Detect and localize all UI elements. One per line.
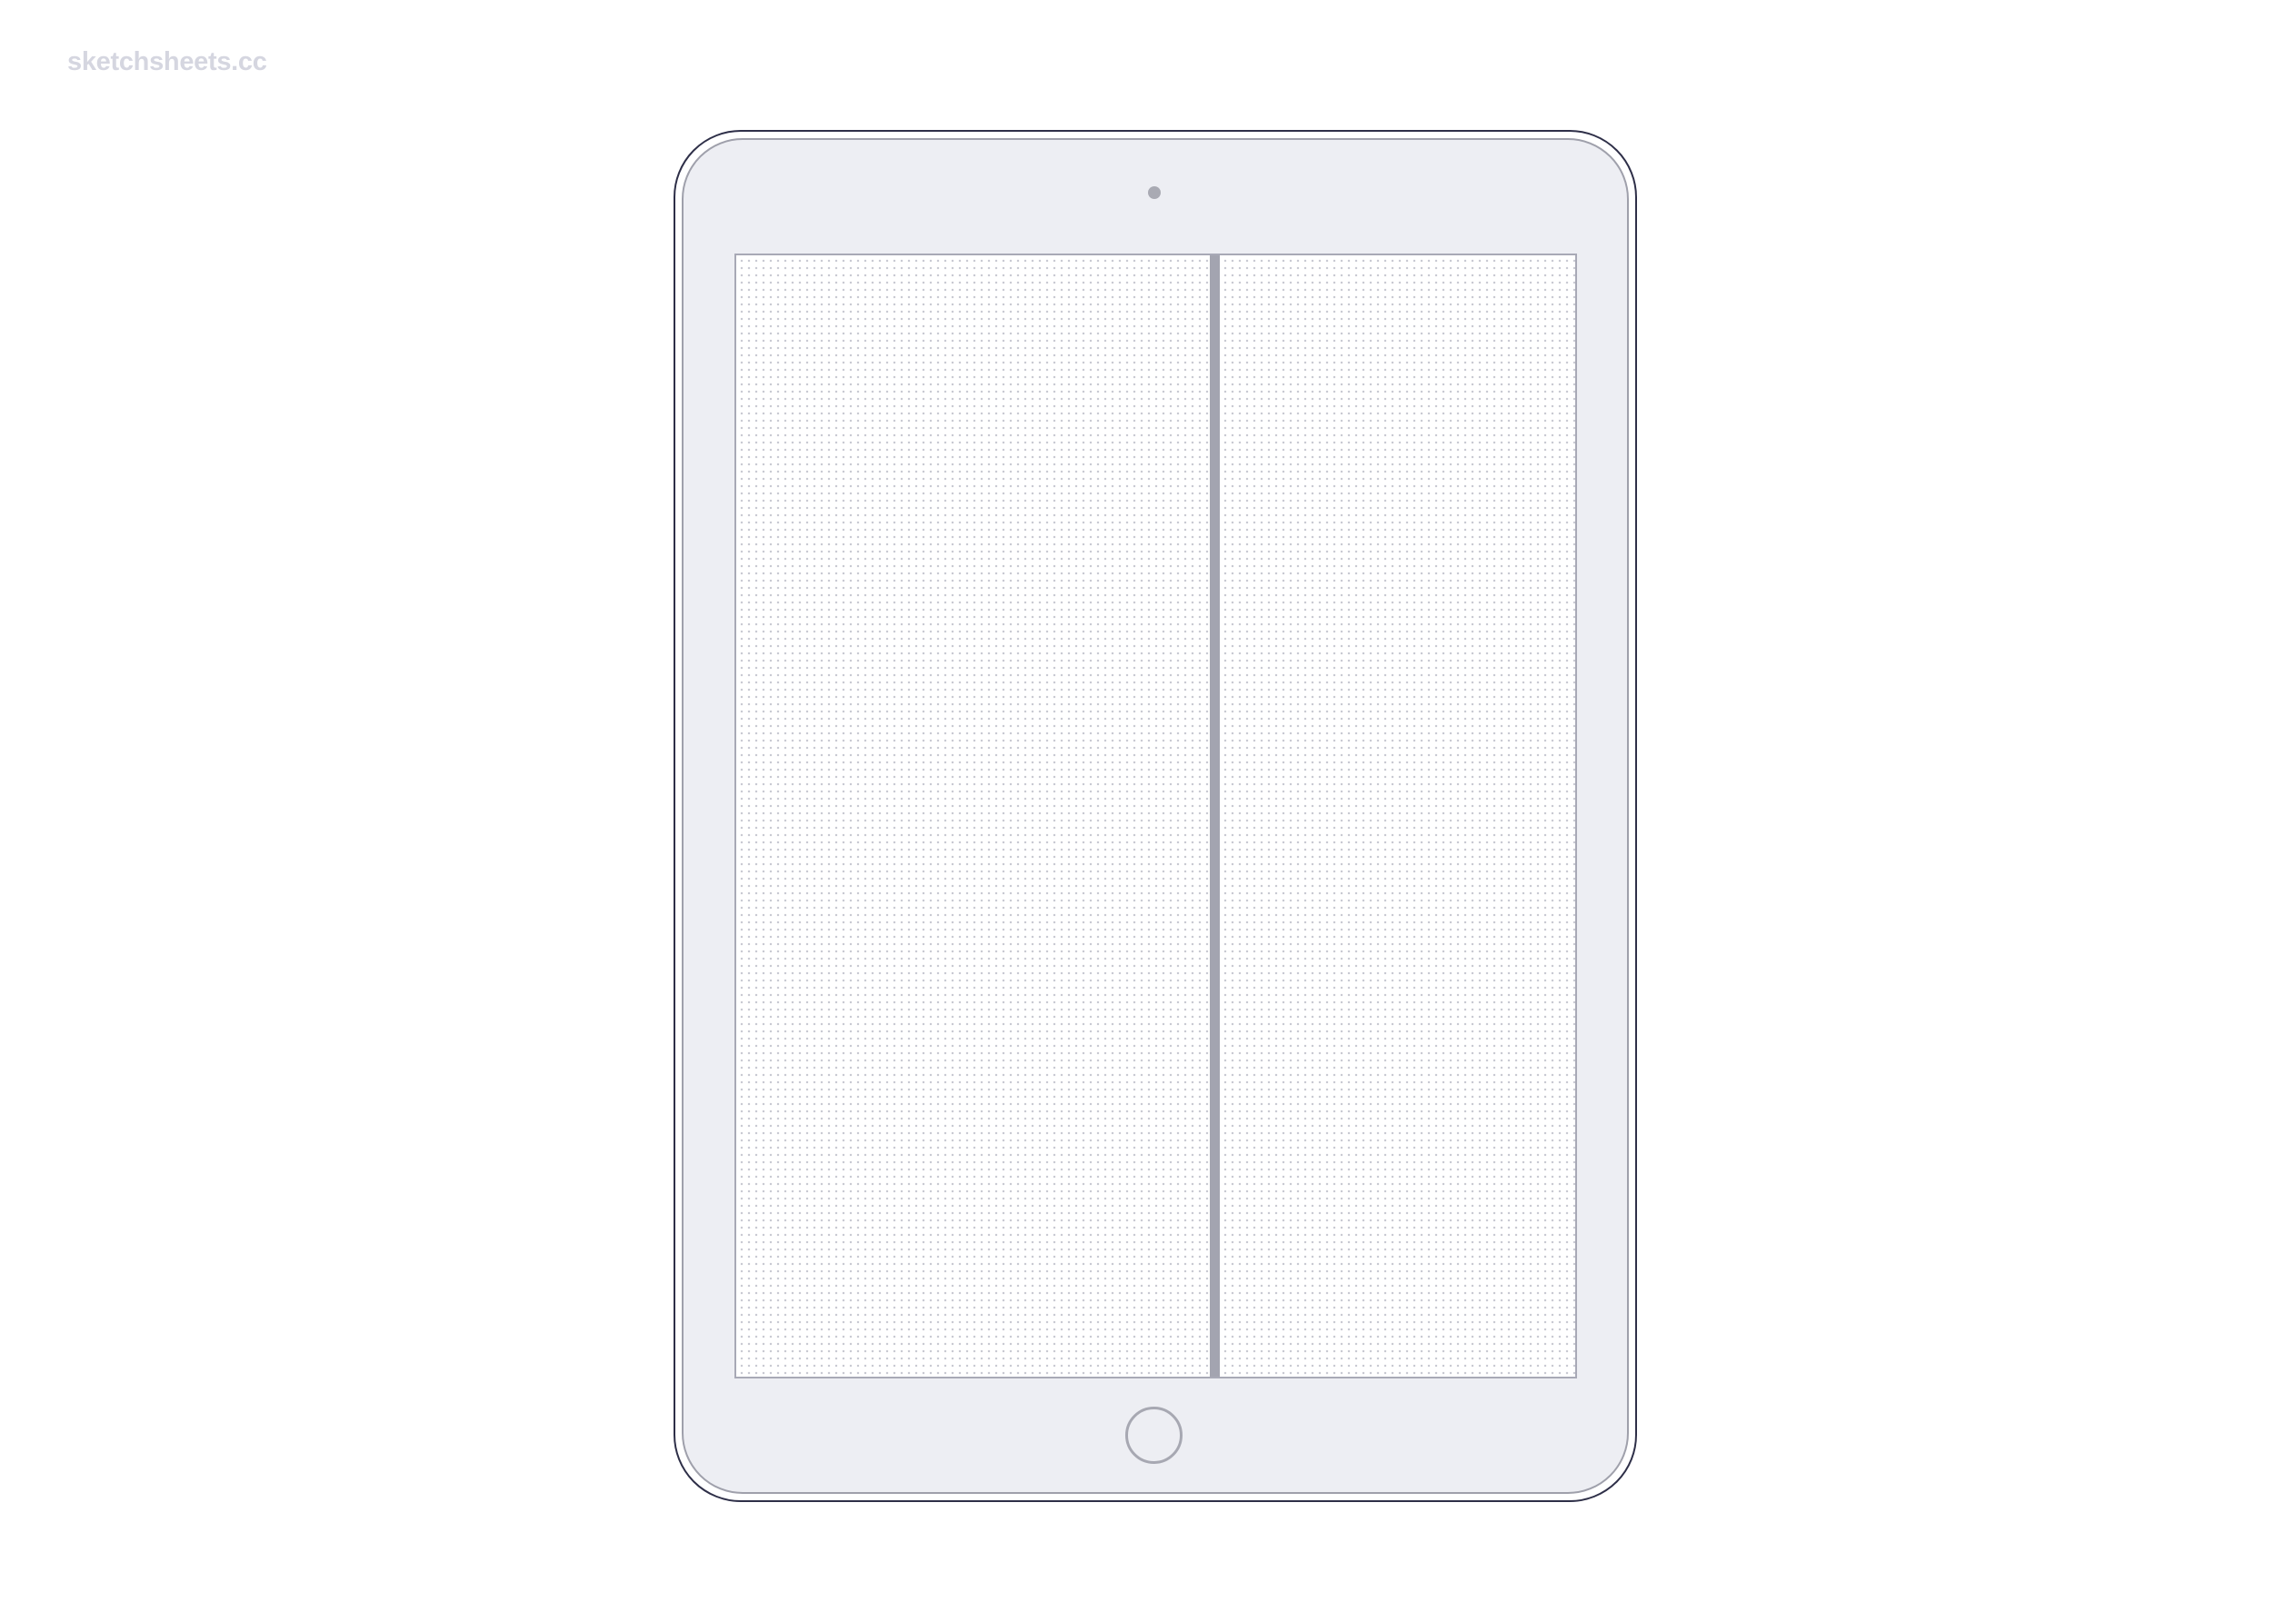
tablet-screen — [734, 254, 1577, 1378]
camera-icon — [1148, 186, 1161, 199]
split-view-right-pane[interactable] — [1220, 255, 1575, 1377]
brand-watermark: sketchsheets.cc — [67, 47, 267, 76]
split-view-left-pane[interactable] — [736, 255, 1210, 1377]
home-button[interactable] — [1125, 1407, 1183, 1464]
split-view-divider[interactable] — [1210, 255, 1220, 1377]
